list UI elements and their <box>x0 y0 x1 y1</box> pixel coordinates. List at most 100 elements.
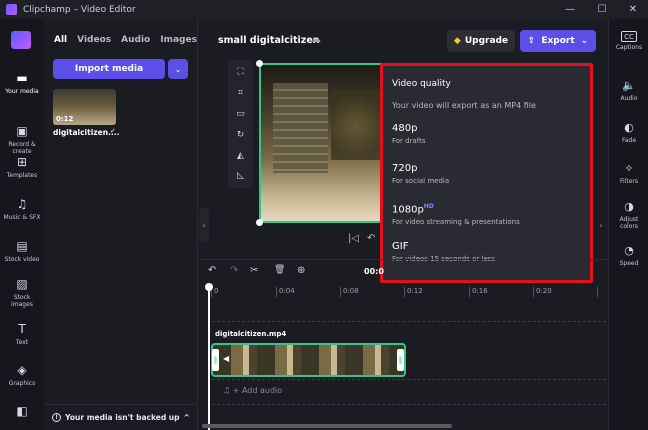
clipchamp-brand-icon <box>11 31 31 49</box>
import-media-button[interactable]: Import media <box>53 59 165 79</box>
backup-status-bar[interactable]: ! Your media isn't backed up ^ <box>44 404 198 430</box>
speed-button[interactable]: ◔ Speed <box>609 244 648 267</box>
time-readout: 00:0 <box>364 267 384 276</box>
media-duration: 0:12 <box>56 115 74 123</box>
popup-subtitle: Your video will export as an MP4 file <box>392 101 536 110</box>
tab-videos[interactable]: Videos <box>77 35 111 45</box>
ruler-tick: 0:04 <box>276 287 295 297</box>
nav-stock-images[interactable]: ▨ Stock images <box>0 277 44 308</box>
video-preview[interactable] <box>259 63 384 223</box>
adjust-colors-button[interactable]: ◑ Adjust colors <box>609 200 648 230</box>
resize-handle[interactable] <box>256 219 263 226</box>
upgrade-button[interactable]: ◆ Upgrade <box>447 30 515 52</box>
collapse-media-panel-button[interactable]: ‹ <box>199 208 209 242</box>
clip-name-label: digitalcitizen.mp4 <box>212 330 290 341</box>
add-audio-track[interactable]: ♫ + Add audio <box>223 386 282 395</box>
captions-icon: CC <box>621 31 637 42</box>
brand-kit-icon: ◧ <box>16 404 28 418</box>
captions-button[interactable]: CC Captions <box>609 31 648 51</box>
tab-images[interactable]: Images <box>160 35 197 45</box>
adjust-colors-icon: ◑ <box>624 200 634 213</box>
preview-tree <box>331 90 381 160</box>
clip-trim-handle-right[interactable]: ‖ <box>397 349 404 371</box>
hd-badge: HD <box>423 203 434 210</box>
nav-text[interactable]: T Text <box>0 322 44 346</box>
nav-brand-kit[interactable]: ◧ <box>0 404 44 419</box>
ruler-tick: 0:12 <box>404 287 423 297</box>
scrollbar-thumb[interactable] <box>202 424 452 428</box>
project-title[interactable]: small digitalcitizen <box>218 35 320 46</box>
maximize-button[interactable]: ☐ <box>587 0 617 19</box>
crop-icon[interactable]: ⌗ <box>228 88 253 98</box>
delete-icon[interactable]: 🗑 <box>274 265 285 275</box>
nav-record-create[interactable]: ▣ Record & create <box>0 124 44 155</box>
tab-all[interactable]: All <box>54 35 67 45</box>
fade-button[interactable]: ◐ Fade <box>609 121 648 144</box>
music-note-icon: ♫ + <box>223 386 240 395</box>
stock-video-icon: ▤ <box>16 239 28 253</box>
chevron-down-icon: ⌄ <box>580 36 589 46</box>
split-icon[interactable]: ✂ <box>250 265 258 276</box>
add-icon[interactable]: ⊕ <box>297 265 305 276</box>
minimize-button[interactable]: — <box>555 0 585 19</box>
timeline-toolbar: ↶ ↷ ✂ 🗑 ⊕ 00:0 <box>200 259 608 283</box>
rewind-icon[interactable]: ↶ <box>367 233 375 244</box>
ruler-tick: 0:08 <box>340 287 359 297</box>
window-title: Clipchamp – Video Editor <box>23 4 136 15</box>
backup-text: Your media isn't backed up <box>65 413 180 422</box>
upload-icon: ⇪ <box>527 36 536 46</box>
video-clip[interactable] <box>211 343 406 377</box>
ruler-tick: 0:20 <box>533 287 552 297</box>
speed-icon: ◔ <box>624 244 634 257</box>
templates-icon: ⊞ <box>16 155 28 169</box>
check-icon: ✓ <box>110 127 116 135</box>
left-nav: ▬ Your media ▣ Record & create ⊞ Templat… <box>0 19 44 430</box>
collapse-properties-button[interactable]: › <box>597 208 605 242</box>
text-icon: T <box>18 322 26 336</box>
skip-back-icon[interactable]: |◁ <box>348 233 359 244</box>
playhead[interactable] <box>208 285 210 430</box>
tab-audio[interactable]: Audio <box>121 35 150 45</box>
close-button[interactable]: ✕ <box>618 0 648 19</box>
import-dropdown-button[interactable]: ⌄ <box>168 59 188 79</box>
flip-icon[interactable]: ◭ <box>228 151 253 161</box>
fit-icon[interactable]: ⛶ <box>228 67 253 77</box>
nav-templates[interactable]: ⊞ Templates <box>0 155 44 179</box>
clip-trim-handle-left[interactable]: ‖ <box>212 349 219 371</box>
playhead-knob[interactable] <box>205 283 213 291</box>
video-quality-popup: Video quality Your video will export as … <box>380 63 593 283</box>
nav-music-sfx[interactable]: ♫ Music & SFX <box>0 197 44 221</box>
empty-track-guide <box>212 321 606 322</box>
pip-icon[interactable]: ▭ <box>228 109 253 119</box>
timeline-ruler[interactable]: 0 0:04 0:08 0:12 0:16 0:20 <box>200 283 608 301</box>
fade-icon: ◐ <box>624 121 634 134</box>
media-thumbnail[interactable]: 0:12 <box>53 89 116 125</box>
quality-option-1080p[interactable]: 1080pHD For video streaming & presentati… <box>392 203 582 226</box>
resize-handle[interactable] <box>256 60 263 67</box>
chevron-left-icon: ‹ <box>202 220 206 230</box>
audio-button[interactable]: 🔈 Audio <box>609 79 648 102</box>
export-button[interactable]: ⇪ Export ⌄ <box>520 30 596 52</box>
ruler-tick: 0 <box>210 287 219 297</box>
ruler-tick: 0:16 <box>469 287 488 297</box>
nav-stock-video[interactable]: ▤ Stock video <box>0 239 44 263</box>
preview-building <box>273 83 328 173</box>
quality-option-480p[interactable]: 480p For drafts <box>392 123 582 145</box>
title-bar: Clipchamp – Video Editor — ☐ ✕ <box>0 0 648 19</box>
nav-your-media[interactable]: ▬ Your media <box>0 71 44 95</box>
media-tabs: All Videos Audio Images <box>54 35 197 45</box>
rotate-icon[interactable]: ↻ <box>228 130 253 140</box>
transform-icon[interactable]: ◺ <box>228 171 253 181</box>
filters-button[interactable]: ✧ Filters <box>609 162 648 185</box>
redo-icon[interactable]: ↷ <box>230 265 238 276</box>
diamond-icon: ◆ <box>453 36 461 46</box>
undo-icon[interactable]: ↶ <box>208 265 216 276</box>
nav-graphics[interactable]: ◈ Graphics <box>0 363 44 387</box>
timeline-scrollbar[interactable] <box>200 424 608 428</box>
folder-icon: ▬ <box>16 71 28 85</box>
empty-track-guide <box>212 404 606 405</box>
quality-option-720p[interactable]: 720p For social media <box>392 163 582 185</box>
preview-toolbar: ⛶ ⌗ ▭ ↻ ◭ ◺ <box>228 60 253 188</box>
empty-track-guide <box>212 379 606 380</box>
graphics-icon: ◈ <box>17 363 27 377</box>
